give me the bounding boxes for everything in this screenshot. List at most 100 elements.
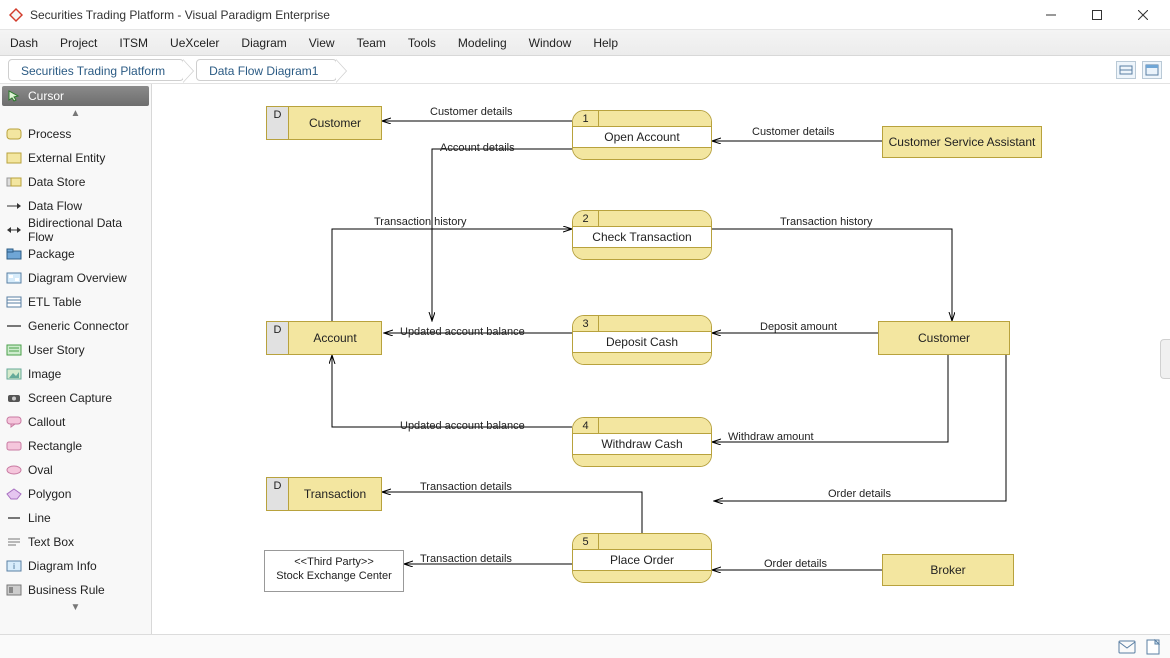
datastore-transaction[interactable]: D Transaction bbox=[266, 477, 382, 511]
note-icon[interactable] bbox=[1146, 639, 1160, 655]
menubar: Dash Project ITSM UeXceler Diagram View … bbox=[0, 30, 1170, 56]
palette-bidirectional-flow[interactable]: Bidirectional Data Flow bbox=[0, 218, 151, 242]
package-icon bbox=[6, 247, 22, 261]
process-open-account[interactable]: 1 Open Account bbox=[572, 110, 712, 160]
maximize-button[interactable] bbox=[1074, 0, 1120, 30]
palette-business-rule[interactable]: Business Rule bbox=[0, 578, 151, 602]
svg-text:i: i bbox=[13, 562, 15, 571]
palette-scroll-up[interactable]: ▲ bbox=[0, 108, 151, 122]
entity-label: Broker bbox=[930, 563, 965, 577]
process-number: 2 bbox=[573, 211, 599, 227]
menu-diagram[interactable]: Diagram bbox=[241, 36, 286, 50]
palette-oval[interactable]: Oval bbox=[0, 458, 151, 482]
diagram-info-icon: i bbox=[6, 559, 22, 573]
process-check-transaction[interactable]: 2 Check Transaction bbox=[572, 210, 712, 260]
process-number: 3 bbox=[573, 316, 599, 332]
thirdparty-label: Stock Exchange Center bbox=[265, 569, 403, 583]
bidirectional-flow-icon bbox=[6, 223, 22, 237]
toolbar-switch-view-icon[interactable] bbox=[1116, 61, 1136, 79]
breadcrumb[interactable]: Securities Trading Platform bbox=[8, 59, 184, 81]
menu-itsm[interactable]: ITSM bbox=[119, 36, 148, 50]
palette-line[interactable]: Line bbox=[0, 506, 151, 530]
entity-customer[interactable]: Customer bbox=[878, 321, 1010, 355]
mail-icon[interactable] bbox=[1118, 640, 1136, 654]
process-withdraw-cash[interactable]: 4 Withdraw Cash bbox=[572, 417, 712, 467]
palette-item-label: Data Flow bbox=[28, 199, 82, 213]
palette-item-label: Diagram Overview bbox=[28, 271, 127, 285]
flow-label: Transaction details bbox=[420, 481, 512, 493]
process-icon bbox=[6, 127, 22, 141]
status-bar bbox=[0, 634, 1170, 658]
breadcrumb[interactable]: Data Flow Diagram1 bbox=[196, 59, 337, 81]
flow-label: Withdraw amount bbox=[728, 431, 814, 443]
palette-generic-connector[interactable]: Generic Connector bbox=[0, 314, 151, 338]
minimize-button[interactable] bbox=[1028, 0, 1074, 30]
palette-text-box[interactable]: Text Box bbox=[0, 530, 151, 554]
menu-modeling[interactable]: Modeling bbox=[458, 36, 507, 50]
palette-rectangle[interactable]: Rectangle bbox=[0, 434, 151, 458]
palette-data-flow[interactable]: Data Flow bbox=[0, 194, 151, 218]
rectangle-icon bbox=[6, 439, 22, 453]
palette-scroll-down[interactable]: ▼ bbox=[0, 602, 151, 616]
process-place-order[interactable]: 5 Place Order bbox=[572, 533, 712, 583]
data-store-icon bbox=[6, 175, 22, 189]
process-deposit-cash[interactable]: 3 Deposit Cash bbox=[572, 315, 712, 365]
entity-broker[interactable]: Broker bbox=[882, 554, 1014, 586]
palette-item-label: User Story bbox=[28, 343, 85, 357]
palette-item-label: ETL Table bbox=[28, 295, 81, 309]
palette-external-entity[interactable]: External Entity bbox=[0, 146, 151, 170]
window-title: Securities Trading Platform - Visual Par… bbox=[30, 8, 1028, 22]
process-number: 4 bbox=[573, 418, 599, 434]
datastore-customer[interactable]: D Customer bbox=[266, 106, 382, 140]
flow-label: Customer details bbox=[430, 106, 513, 118]
palette-item-label: Callout bbox=[28, 415, 65, 429]
menu-help[interactable]: Help bbox=[593, 36, 618, 50]
image-icon bbox=[6, 367, 22, 381]
flow-label: Customer details bbox=[752, 126, 835, 138]
palette-screen-capture[interactable]: Screen Capture bbox=[0, 386, 151, 410]
menu-uexceler[interactable]: UeXceler bbox=[170, 36, 219, 50]
datastore-label: Transaction bbox=[289, 478, 381, 510]
entity-csa[interactable]: Customer Service Assistant bbox=[882, 126, 1042, 158]
palette-item-label: External Entity bbox=[28, 151, 105, 165]
datastore-mark: D bbox=[267, 478, 289, 510]
flow-label: Updated account balance bbox=[400, 420, 525, 432]
palette-polygon[interactable]: Polygon bbox=[0, 482, 151, 506]
callout-icon bbox=[6, 415, 22, 429]
diagram-canvas[interactable]: D Customer D Account D Transaction 1 Ope… bbox=[152, 84, 1170, 634]
palette-item-label: Text Box bbox=[28, 535, 74, 549]
palette-image[interactable]: Image bbox=[0, 362, 151, 386]
palette-package[interactable]: Package bbox=[0, 242, 151, 266]
menu-tools[interactable]: Tools bbox=[408, 36, 436, 50]
business-rule-icon bbox=[6, 583, 22, 597]
datastore-account[interactable]: D Account bbox=[266, 321, 382, 355]
flow-label: Transaction history bbox=[374, 216, 467, 228]
close-button[interactable] bbox=[1120, 0, 1166, 30]
palette-diagram-info[interactable]: iDiagram Info bbox=[0, 554, 151, 578]
palette-cursor-label: Cursor bbox=[28, 89, 64, 103]
toolbar-panel-icon[interactable] bbox=[1142, 61, 1162, 79]
palette-cursor[interactable]: Cursor bbox=[2, 86, 149, 106]
palette-diagram-overview[interactable]: Diagram Overview bbox=[0, 266, 151, 290]
canvas-right-grip[interactable] bbox=[1160, 339, 1170, 379]
palette-process[interactable]: Process bbox=[0, 122, 151, 146]
palette-etl-table[interactable]: ETL Table bbox=[0, 290, 151, 314]
palette-item-label: Polygon bbox=[28, 487, 71, 501]
menu-team[interactable]: Team bbox=[357, 36, 386, 50]
process-label: Deposit Cash bbox=[573, 332, 711, 352]
menu-window[interactable]: Window bbox=[529, 36, 572, 50]
thirdparty-sec[interactable]: <<Third Party>> Stock Exchange Center bbox=[264, 550, 404, 592]
cursor-icon bbox=[6, 89, 22, 103]
flow-label: Transaction history bbox=[780, 216, 873, 228]
palette-data-store[interactable]: Data Store bbox=[0, 170, 151, 194]
palette-user-story[interactable]: User Story bbox=[0, 338, 151, 362]
menu-project[interactable]: Project bbox=[60, 36, 97, 50]
menu-view[interactable]: View bbox=[309, 36, 335, 50]
datastore-mark: D bbox=[267, 107, 289, 139]
menu-dash[interactable]: Dash bbox=[10, 36, 38, 50]
palette-callout[interactable]: Callout bbox=[0, 410, 151, 434]
datastore-label: Account bbox=[289, 322, 381, 354]
process-label: Check Transaction bbox=[573, 227, 711, 247]
breadcrumb-row: Securities Trading Platform Data Flow Di… bbox=[0, 56, 1170, 84]
diagram-canvas-wrap: D Customer D Account D Transaction 1 Ope… bbox=[152, 84, 1170, 634]
